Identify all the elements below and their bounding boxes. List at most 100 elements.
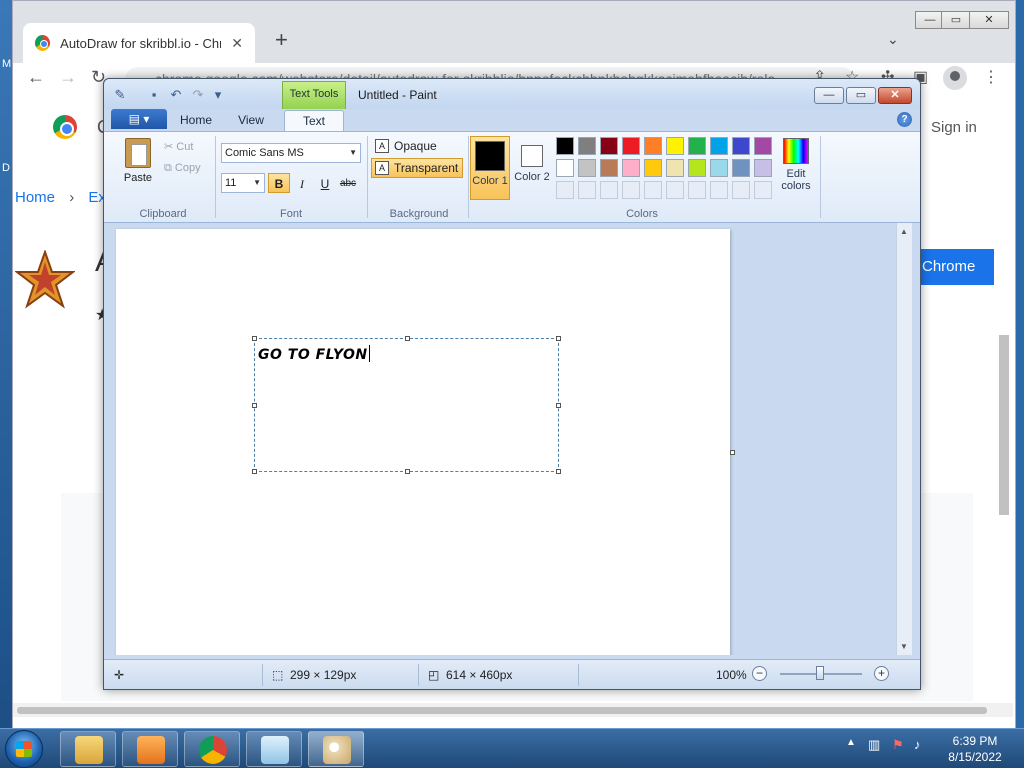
webstore-logo-icon[interactable] — [53, 115, 77, 139]
palette-swatch[interactable] — [754, 137, 772, 155]
italic-button[interactable]: I — [291, 173, 313, 193]
quick-access-dropdown-icon[interactable]: ▾ — [210, 87, 226, 103]
custom-color-slot[interactable] — [710, 181, 728, 199]
palette-swatch[interactable] — [710, 159, 728, 177]
start-button[interactable] — [5, 730, 43, 768]
resize-handle[interactable] — [556, 403, 561, 408]
paint-maximize-button[interactable]: ▭ — [846, 87, 876, 104]
edit-colors-button[interactable]: Edit colors — [776, 138, 816, 198]
palette-swatch[interactable] — [732, 159, 750, 177]
palette-swatch[interactable] — [578, 159, 596, 177]
scroll-down-arrow-icon[interactable]: ▼ — [900, 642, 908, 651]
zoom-slider-thumb[interactable] — [816, 666, 824, 680]
opaque-option[interactable]: A Opaque — [371, 136, 442, 156]
custom-color-slot[interactable] — [666, 181, 684, 199]
palette-swatch[interactable] — [556, 159, 574, 177]
font-family-select[interactable]: Comic Sans MS ▼ — [221, 143, 361, 163]
resize-handle[interactable] — [556, 469, 561, 474]
transparent-option[interactable]: A Transparent — [371, 158, 464, 178]
chrome-menu-icon[interactable]: ⋮ — [983, 67, 999, 87]
resize-handle[interactable] — [405, 469, 410, 474]
palette-swatch[interactable] — [666, 159, 684, 177]
palette-swatch[interactable] — [754, 159, 772, 177]
undo-icon[interactable]: ↶ — [168, 87, 184, 103]
save-icon[interactable]: ▪ — [146, 87, 162, 103]
taskbar-explorer[interactable] — [60, 731, 116, 767]
tray-show-hidden-icon[interactable]: ▲ — [846, 737, 856, 748]
volume-icon[interactable]: ♪ — [914, 737, 921, 752]
custom-color-slot[interactable] — [622, 181, 640, 199]
new-tab-button[interactable]: + — [275, 29, 288, 51]
resize-handle[interactable] — [556, 336, 561, 341]
palette-swatch[interactable] — [644, 137, 662, 155]
profile-avatar-icon[interactable] — [943, 66, 967, 90]
paint-close-button[interactable]: ✕ — [878, 87, 912, 104]
palette-swatch[interactable] — [600, 137, 618, 155]
taskbar-media-player[interactable] — [122, 731, 178, 767]
action-center-flag-icon[interactable]: ⚑ — [892, 737, 904, 753]
forward-arrow-icon[interactable]: → — [59, 67, 77, 88]
help-icon[interactable]: ? — [897, 112, 912, 127]
taskbar-notepad[interactable] — [246, 731, 302, 767]
taskbar-paint[interactable] — [308, 731, 364, 767]
color2-button[interactable]: Color 2 — [512, 136, 552, 200]
palette-swatch[interactable] — [578, 137, 596, 155]
breadcrumb-home-link[interactable]: Home — [15, 189, 55, 206]
paint-title-bar[interactable]: ✎ ▪ ↶ ↷ ▾ Text Tools Untitled - Paint — … — [104, 79, 920, 109]
custom-color-slot[interactable] — [688, 181, 706, 199]
scrollbar-thumb[interactable] — [17, 707, 987, 714]
chrome-close-button[interactable]: ✕ — [969, 11, 1009, 29]
sign-in-link[interactable]: Sign in — [931, 119, 977, 136]
paste-button[interactable]: Paste — [116, 138, 160, 198]
paint-app-icon[interactable]: ✎ — [112, 87, 128, 103]
scroll-up-arrow-icon[interactable]: ▲ — [900, 227, 908, 236]
tab-view[interactable]: View — [228, 110, 274, 131]
custom-color-slot[interactable] — [556, 181, 574, 199]
custom-color-slot[interactable] — [732, 181, 750, 199]
palette-swatch[interactable] — [710, 137, 728, 155]
cut-button[interactable]: ✂ Cut — [164, 140, 193, 153]
text-box-content[interactable]: GO TO FLYON — [258, 345, 370, 363]
tab-text[interactable]: Text — [284, 110, 344, 131]
palette-swatch[interactable] — [622, 137, 640, 155]
resize-handle[interactable] — [252, 336, 257, 341]
zoom-in-button[interactable]: + — [874, 666, 889, 681]
page-horizontal-scrollbar[interactable] — [13, 703, 1013, 717]
palette-swatch[interactable] — [644, 159, 662, 177]
taskbar-clock[interactable]: 6:39 PM 8/15/2022 — [940, 733, 1010, 765]
palette-swatch[interactable] — [688, 159, 706, 177]
custom-color-slot[interactable] — [644, 181, 662, 199]
resize-handle[interactable] — [405, 336, 410, 341]
color1-button[interactable]: Color 1 — [470, 136, 510, 200]
page-vertical-scrollbar[interactable] — [999, 335, 1009, 515]
font-size-select[interactable]: 11 ▼ — [221, 173, 265, 193]
drawing-canvas[interactable]: GO TO FLYON — [116, 229, 730, 655]
palette-swatch[interactable] — [600, 159, 618, 177]
paint-file-menu-button[interactable]: ▤ ▾ — [111, 109, 167, 129]
palette-swatch[interactable] — [732, 137, 750, 155]
bold-button[interactable]: B — [268, 173, 290, 193]
palette-swatch[interactable] — [666, 137, 684, 155]
underline-button[interactable]: U — [314, 173, 336, 193]
zoom-out-button[interactable]: − — [752, 666, 767, 681]
tab-home[interactable]: Home — [174, 110, 218, 131]
chrome-maximize-button[interactable]: ▭ — [941, 11, 971, 29]
network-icon[interactable]: ▥ — [868, 737, 880, 753]
tab-search-chevron-icon[interactable]: ⌄ — [887, 31, 899, 48]
custom-color-slot[interactable] — [600, 181, 618, 199]
copy-button[interactable]: ⧉ Copy — [164, 162, 201, 175]
custom-color-slot[interactable] — [754, 181, 772, 199]
custom-color-slot[interactable] — [578, 181, 596, 199]
tab-close-icon[interactable]: ✕ — [231, 35, 243, 52]
canvas-resize-handle[interactable] — [730, 450, 735, 455]
paint-minimize-button[interactable]: — — [814, 87, 844, 104]
back-arrow-icon[interactable]: ← — [27, 67, 45, 88]
palette-swatch[interactable] — [688, 137, 706, 155]
chrome-tab[interactable]: AutoDraw for skribbl.io - Chrome Web Sto… — [23, 23, 255, 63]
strikethrough-button[interactable]: abc — [337, 173, 359, 193]
palette-swatch[interactable] — [556, 137, 574, 155]
resize-handle[interactable] — [252, 469, 257, 474]
add-to-chrome-button[interactable]: Chrome — [918, 249, 994, 285]
text-box[interactable]: GO TO FLYON — [252, 336, 561, 474]
redo-icon[interactable]: ↷ — [190, 87, 206, 103]
